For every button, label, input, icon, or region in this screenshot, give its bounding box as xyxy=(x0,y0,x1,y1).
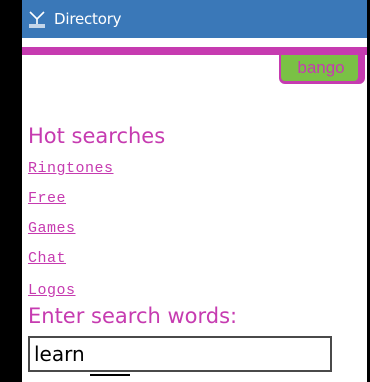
antenna-icon xyxy=(28,10,46,28)
cursor-mark xyxy=(90,374,130,376)
search-prompt: Enter search words: xyxy=(28,304,238,328)
search-input[interactable] xyxy=(28,336,332,372)
title-bar: Directory xyxy=(22,0,367,38)
link-ringtones[interactable]: Ringtones xyxy=(28,160,114,177)
phone-screen: Directory bango Hot searches Ringtones F… xyxy=(22,0,367,382)
link-chat[interactable]: Chat xyxy=(28,250,66,267)
link-free[interactable]: Free xyxy=(28,190,66,207)
link-games[interactable]: Games xyxy=(28,220,76,237)
window-title: Directory xyxy=(54,10,122,28)
hot-searches-heading: Hot searches xyxy=(28,124,166,148)
bango-logo[interactable]: bango xyxy=(281,55,361,81)
link-logos[interactable]: Logos xyxy=(28,282,76,299)
